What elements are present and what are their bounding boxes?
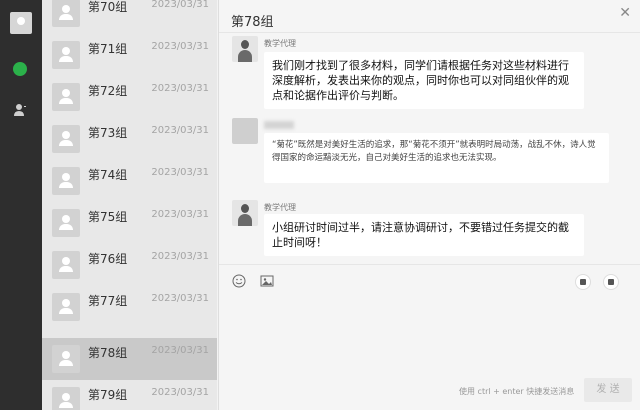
group-name: 第70组 [88, 0, 128, 14]
group-date: 2023/03/31 [151, 41, 209, 52]
emoji-icon[interactable] [232, 274, 246, 288]
list-item[interactable]: 第79组 2023/03/31 [42, 380, 217, 410]
group-avatar-icon [52, 293, 80, 321]
user-avatar-icon[interactable] [10, 12, 32, 34]
image-icon[interactable] [260, 274, 274, 288]
message-bubble: 小组研讨时间过半，请注意协调研讨，不要错过任务提交的截止时间呀！ [264, 214, 584, 256]
group-date: 2023/03/31 [151, 209, 209, 220]
message-bubble: 我们刚才找到了很多材料，同学们请根据任务对这些材料进行深度解析，发表出来你的观点… [264, 52, 584, 109]
list-item[interactable]: 第77组 2023/03/31 [42, 286, 217, 328]
group-avatar-icon [52, 41, 80, 69]
send-button[interactable]: 发 送 [584, 378, 632, 402]
chat-app: 第70组 2023/03/31 第71组 2023/03/31 第72组 202… [0, 0, 640, 410]
teacher-avatar-icon [232, 36, 258, 62]
list-item[interactable]: 第75组 2023/03/31 [42, 202, 217, 244]
input-hint: 使用 ctrl + enter 快捷发送消息 [459, 387, 575, 396]
group-avatar-icon [52, 83, 80, 111]
group-name: 第71组 [88, 42, 128, 56]
group-date: 2023/03/31 [151, 167, 209, 178]
blurred-sender-name [264, 121, 294, 129]
group-name: 第72组 [88, 84, 128, 98]
chat-title: 第78组 [231, 15, 274, 30]
teacher-avatar-icon [232, 200, 258, 226]
group-avatar-icon [52, 0, 80, 27]
input-divider [219, 264, 640, 265]
list-item[interactable]: 第70组 2023/03/31 [42, 0, 217, 34]
group-name: 第77组 [88, 294, 128, 308]
close-icon[interactable]: ✕ [619, 5, 631, 21]
more-button[interactable] [603, 274, 619, 290]
group-name: 第74组 [88, 168, 128, 182]
group-date: 2023/03/31 [151, 387, 209, 398]
chat-icon[interactable] [13, 62, 27, 76]
record-button[interactable] [575, 274, 591, 290]
group-avatar-icon [52, 387, 80, 410]
message-sender: 教学代理 [264, 203, 296, 212]
group-name: 第73组 [88, 126, 128, 140]
group-date: 2023/03/31 [151, 83, 209, 94]
nav-rail [0, 0, 42, 410]
group-list: 第70组 2023/03/31 第71组 2023/03/31 第72组 202… [42, 0, 217, 410]
group-date: 2023/03/31 [151, 251, 209, 262]
chat-panel: 第78组 ✕ 教学代理 我们刚才找到了很多材料，同学们请根据任务对这些材料进行深… [218, 0, 640, 410]
group-avatar-icon [52, 345, 80, 373]
group-avatar-icon [52, 125, 80, 153]
list-item[interactable]: 第73组 2023/03/31 [42, 118, 217, 160]
header-divider [219, 32, 640, 33]
group-date: 2023/03/31 [151, 293, 209, 304]
group-avatar-icon [52, 209, 80, 237]
message-sender: 教学代理 [264, 39, 296, 48]
student-avatar-icon [232, 118, 258, 144]
list-item-active[interactable]: 第78组 2023/03/31 [42, 338, 217, 380]
list-item[interactable]: 第72组 2023/03/31 [42, 76, 217, 118]
list-item[interactable]: 第74组 2023/03/31 [42, 160, 217, 202]
group-name: 第75组 [88, 210, 128, 224]
contacts-icon[interactable] [13, 103, 27, 117]
group-date: 2023/03/31 [151, 125, 209, 136]
group-avatar-icon [52, 251, 80, 279]
group-date: 2023/03/31 [151, 345, 209, 356]
group-name: 第78组 [88, 346, 128, 360]
message-bubble: “菊花”既然是对美好生活的追求，那“菊花不须开”就表明时局动荡，战乱不休，诗人觉… [264, 133, 609, 183]
list-item[interactable]: 第71组 2023/03/31 [42, 34, 217, 76]
group-date: 2023/03/31 [151, 0, 209, 10]
group-name: 第79组 [88, 388, 128, 402]
list-item[interactable]: 第76组 2023/03/31 [42, 244, 217, 286]
group-name: 第76组 [88, 252, 128, 266]
group-avatar-icon [52, 167, 80, 195]
